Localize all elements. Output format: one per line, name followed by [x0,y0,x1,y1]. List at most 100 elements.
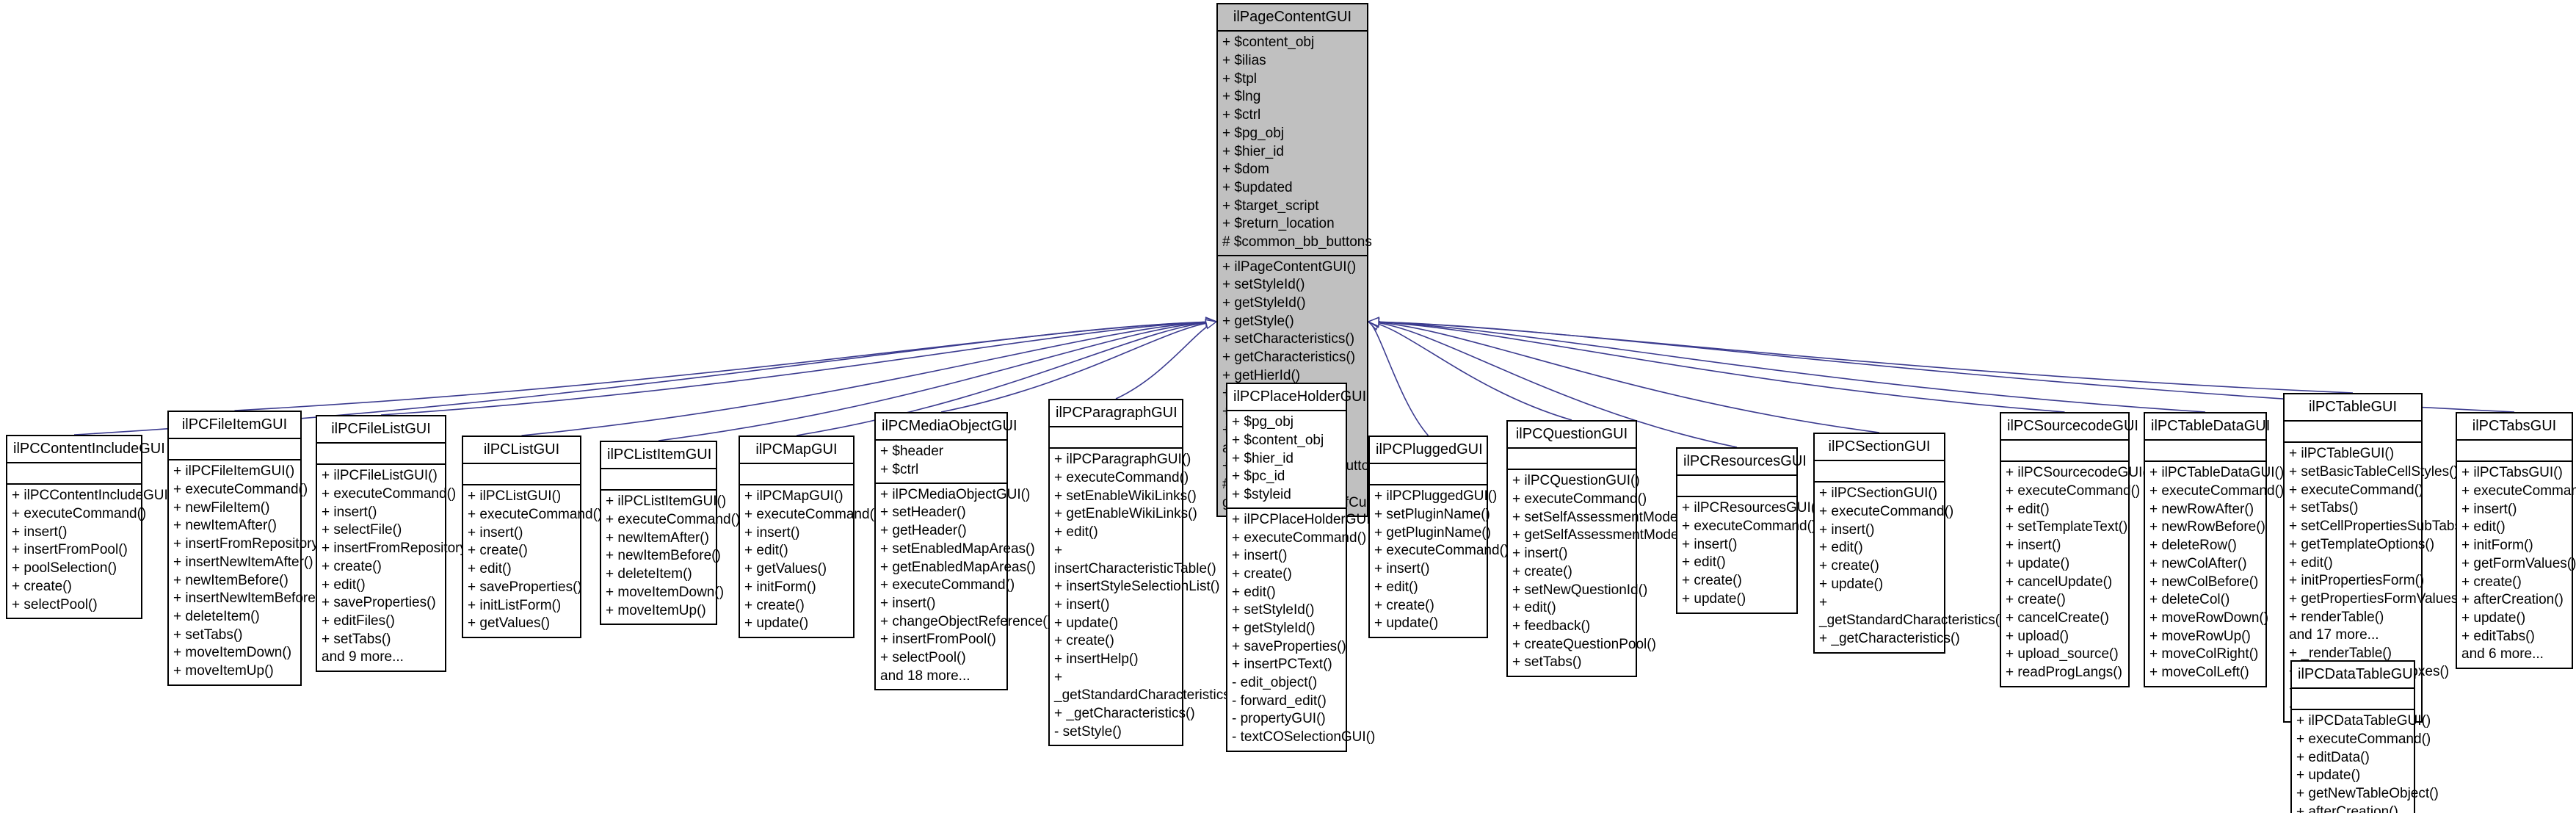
operation-row: + insertNewItemBefore() [173,590,325,607]
operation-row: + upload_source() [2006,646,2119,662]
attribute-row: + $return_location [1222,216,1335,232]
operation-row: + setPluginName() [1374,507,1490,523]
class-box-ilPCSourcecodeGUI[interactable]: ilPCSourcecodeGUI + ilPCSourcecodeGUI() + … [2000,412,2152,687]
operation-row: + edit() [2461,519,2506,535]
inheritance-arrowhead [1205,317,1218,328]
operation-row: + insertStyleSelectionList() [1054,579,1220,595]
attribute-row: + $pc_id [1232,469,1285,485]
class-box-ilPCResourcesGUI[interactable]: ilPCResourcesGUI + ilPCResourcesGUI() + ex… [1676,447,1821,614]
attribute-row: + $header [880,444,944,460]
operation-row: + insert() [2006,538,2061,554]
class-attributes [317,444,445,466]
class-box-ilPCQuestionGUI[interactable]: ilPCQuestionGUI + ilPCQuestionGUI() + exec… [1506,420,1688,677]
operation-row: + setTabs() [1512,654,1582,671]
operation-row: + ilPCContentIncludeGUI() [12,488,178,504]
class-box-ilPCDataTableGUI[interactable]: ilPCDataTableGUI + ilPCDataTableGUI() + ex… [2290,660,2439,813]
class-title: ilPCMediaObjectGUI [876,413,1017,441]
operation-row: - propertyGUI() [1232,711,1326,727]
operation-row: + executeCommand() [606,512,741,528]
empty-attributes [2006,443,2124,458]
class-title: ilPCFileItemGUI [169,412,300,440]
class-box-ilPCListGUI[interactable]: ilPCListGUI + ilPCListGUI() + executeComma… [462,436,603,638]
operation-row: + afterCreation() [2296,803,2398,813]
operation-row: + ilPCSectionGUI() [1819,485,1938,502]
class-attributes [2457,441,2572,463]
class-operations: + ilPCPlaceHolderGUI() + executeCommand()… [1227,509,1379,751]
operation-row: - forward_edit() [1232,693,1327,709]
operation-row: + executeCommand() [1374,543,1509,559]
class-box-ilPCPlaceHolderGUI[interactable]: ilPCPlaceHolderGUI + $pg_obj + $content_ob… [1226,383,1379,752]
class-box-ilPCSectionGUI[interactable]: ilPCSectionGUI + ilPCSectionGUI() + execut… [1813,433,2004,654]
operation-row: + create() [468,543,528,559]
operation-row: - textCOSelectionGUI() [1232,729,1376,745]
operation-row: + update() [2461,610,2526,626]
class-title: ilPCParagraphGUI [1050,400,1182,428]
operation-row: + cancelUpdate() [2006,574,2113,590]
operation-row: + insertCharacteristicTable() [1054,542,1216,577]
operation-row: + initForm() [2461,538,2533,554]
class-box-ilPCListItemGUI[interactable]: ilPCListItemGUI + ilPCListItemGUI() + exec… [600,441,741,626]
operation-row: + ilPCSourcecodeGUI() [2006,465,2152,481]
class-box-ilPCTableDataGUI[interactable]: ilPCTableDataGUI + ilPCTableDataGUI() + ex… [2144,412,2285,687]
class-box-ilPCTabsGUI[interactable]: ilPCTabsGUI + ilPCTabsGUI() + executeComma… [2456,412,2576,669]
operation-row: + setStyleId() [1222,277,1305,293]
operation-row: + executeCommand() [322,486,457,502]
operation-row: + setEnableWikiLinks() [1054,488,1197,504]
class-box-ilPCPluggedGUI[interactable]: ilPCPluggedGUI + ilPCPluggedGUI() + setPlu… [1368,436,1509,638]
inheritance-edge [1367,321,1429,436]
operation-row: + executeCommand() [1682,518,1817,535]
class-attributes [7,463,141,485]
operation-row: + insert() [880,595,936,611]
operation-row: + insertPCText() [1232,657,1332,673]
attribute-row: + $hier_id [1232,450,1294,466]
operation-row: + ilPCMediaObjectGUI() [880,486,1031,502]
operation-row: + executeCommand() [2149,483,2285,499]
class-box-ilPCMapGUI[interactable]: ilPCMapGUI + ilPCMapGUI() + executeCommand… [739,436,879,638]
operation-row: - edit_object() [1232,675,1318,691]
operation-row: + ilPCListItemGUI() [606,494,727,510]
class-box-ilPCMediaObjectGUI[interactable]: ilPCMediaObjectGUI + $header + $ctrl + ilPC… [874,412,1052,691]
operation-row: + executeCommand() [1512,491,1647,507]
operation-row: + selectPool() [880,649,966,665]
operation-row: + ilPCQuestionGUI() [1512,473,1640,489]
class-box-ilPCParagraphGUI[interactable]: ilPCParagraphGUI + ilPCParagraphGUI() + ex… [1048,399,1239,747]
class-attributes: + $pg_obj + $content_obj + $hier_id + $pc_i… [1227,411,1346,509]
operation-row: + create() [1054,633,1114,649]
operation-row: + setSelfAssessmentMode() [1512,509,1688,525]
attribute-row: + $content_obj [1232,433,1324,449]
operation-row: + executeCommand() [468,507,603,523]
class-attributes [1677,476,1796,498]
empty-attributes [12,466,137,480]
operation-row: + deleteItem() [173,608,260,624]
operation-row: + changeObjectReference() [880,613,1052,629]
operation-row: + getPluginName() [1374,524,1491,541]
attribute-row: + $ctrl [880,462,919,478]
operation-row: + editData() [2296,749,2370,765]
operation-row: + getCharacteristics() [1222,350,1356,366]
class-attributes: + $header + $ctrl [876,441,1006,484]
operation-row: + ilPCResourcesGUI() [1682,500,1821,516]
class-title: ilPCContentIncludeGUI [7,436,165,464]
operation-row: + update() [1054,615,1119,631]
operation-row: + feedback() [1512,618,1591,634]
operation-row: + readProgLangs() [2006,664,2122,680]
attribute-row: + $lng [1222,89,1261,105]
class-operations: + ilPCFileListGUI() + executeCommand() + i… [317,465,476,671]
operation-row: + getFormValues() [2461,555,2576,571]
class-box-ilPCContentIncludeGUI[interactable]: ilPCContentIncludeGUI + ilPCContentInclud… [6,435,178,620]
operation-row: + insert() [322,504,377,520]
operation-row: + edit() [2006,501,2050,517]
attribute-row: + $content_obj [1222,35,1315,51]
class-box-ilPCFileItemGUI[interactable]: ilPCFileItemGUI + ilPCFileItemGUI() + exec… [167,411,328,686]
operation-row: + update() [1374,615,1439,632]
operation-row: + saveProperties() [1232,638,1346,654]
operation-row: + edit() [322,577,366,593]
class-box-ilPCFileListGUI[interactable]: ilPCFileListGUI + ilPCFileListGUI() + exec… [316,415,476,672]
operation-row: + create() [1232,566,1292,582]
operation-row: + create() [1374,597,1434,613]
operation-row: + newRowBefore() [2149,519,2265,535]
operation-row: + edit() [1819,540,1863,556]
operation-row: + newRowAfter() [2149,501,2254,517]
class-operations: + ilPCQuestionGUI() + executeCommand() + s… [1508,470,1688,676]
operation-row: + setTabs() [173,626,243,643]
